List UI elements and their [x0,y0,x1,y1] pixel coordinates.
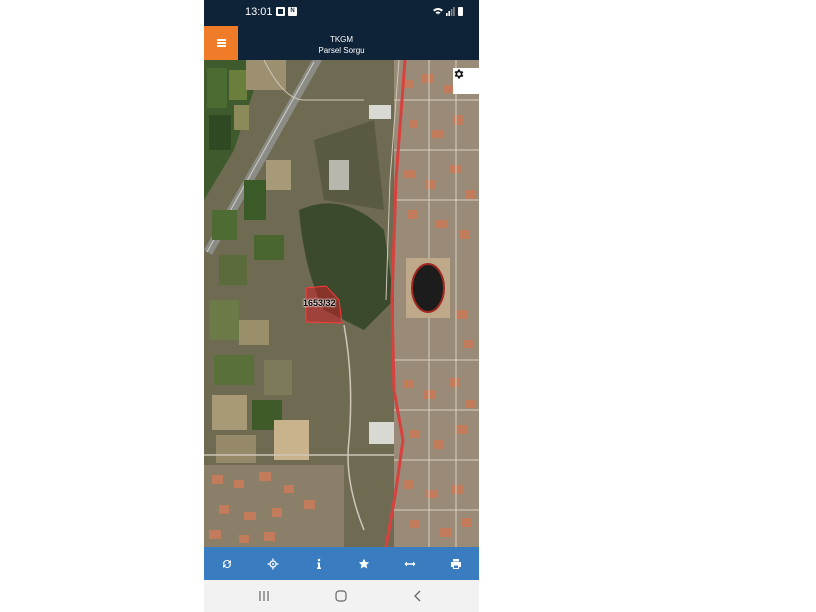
map-settings-button[interactable] [453,68,479,94]
home-icon [335,590,347,602]
star-icon [359,558,370,568]
map-imagery [204,60,479,547]
phone-screen: 13:01 N TKGM Parsel Sorgu 1653/32 [204,0,479,612]
back-button[interactable] [409,588,427,604]
refresh-icon [222,559,231,568]
recent-apps-button[interactable] [255,588,273,604]
status-bar: 13:01 N [204,0,479,26]
print-button[interactable] [441,549,471,579]
signal-icon [446,7,455,16]
app-subtitle: Parsel Sorgu [318,46,365,55]
map-toolbar [204,547,479,580]
satellite-map[interactable]: 1653/32 [204,60,479,547]
nd-icon: N [288,7,297,16]
measure-button[interactable] [395,549,425,579]
battery-icon [458,7,463,16]
locate-icon [267,558,279,569]
app-header: TKGM Parsel Sorgu [204,26,479,60]
app-title: TKGM [329,35,354,44]
locate-button[interactable] [258,549,288,579]
parcel-label[interactable]: 1653/32 [303,298,336,308]
recent-apps-icon [259,591,269,601]
info-button[interactable] [304,549,334,579]
gallery-icon [276,7,285,16]
wifi-icon [433,8,443,16]
home-button[interactable] [332,588,350,604]
favorite-button[interactable] [349,549,379,579]
info-icon [316,558,321,569]
measure-icon [404,561,416,566]
back-icon [414,590,421,602]
print-icon [451,558,462,569]
refresh-button[interactable] [212,549,242,579]
android-nav-bar [204,580,479,612]
status-time: 13:01 [245,6,273,18]
gear-icon [454,69,464,79]
